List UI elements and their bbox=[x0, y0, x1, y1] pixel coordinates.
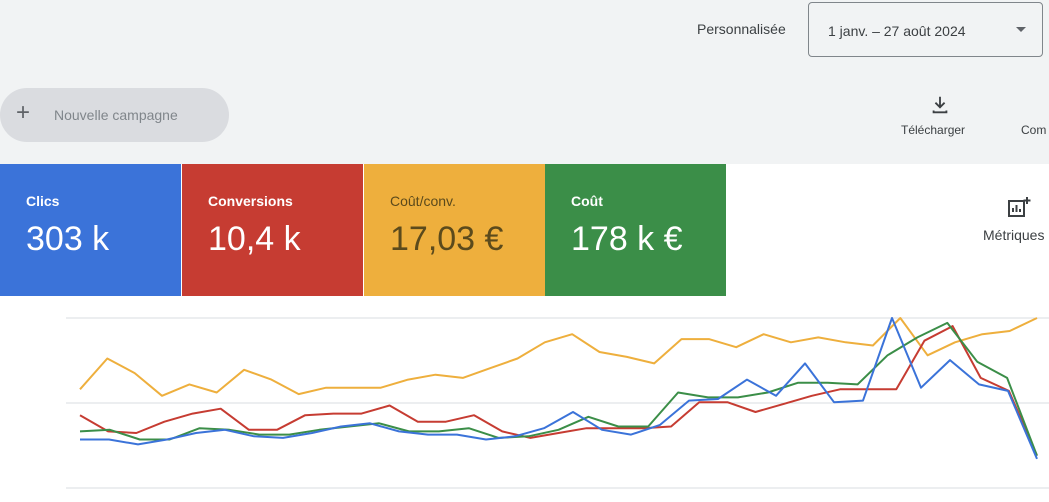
new-campaign-label: Nouvelle campagne bbox=[54, 107, 178, 123]
caret-down-icon bbox=[1016, 27, 1026, 32]
plus-icon: + bbox=[16, 99, 31, 126]
metrics-button[interactable]: Métriques bbox=[980, 192, 1049, 252]
date-range-type-label: Personnalisée bbox=[697, 21, 786, 37]
new-campaign-button[interactable]: + Nouvelle campagne bbox=[0, 88, 229, 142]
date-range-value: 1 janv. – 27 août 2024 bbox=[828, 23, 966, 39]
download-icon bbox=[932, 96, 948, 114]
top-bar: Personnalisée 1 janv. – 27 août 2024 bbox=[0, 0, 1049, 80]
scorecard-clicks[interactable]: Clics 303 k bbox=[0, 164, 181, 296]
columns-label: Com bbox=[1021, 123, 1047, 137]
scorecard-value: 303 k bbox=[26, 220, 110, 258]
scorecard-cost-per-conversion[interactable]: Coût/conv. 17,03 € bbox=[364, 164, 545, 296]
scorecard-title: Coût bbox=[571, 193, 603, 209]
performance-chart bbox=[66, 317, 1049, 489]
add-chart-icon bbox=[1008, 197, 1031, 217]
date-range-select[interactable]: 1 janv. – 27 août 2024 bbox=[808, 2, 1043, 57]
download-button[interactable]: Télécharger bbox=[895, 92, 985, 142]
scorecard-conversions[interactable]: Conversions 10,4 k bbox=[182, 164, 363, 296]
scorecard-title: Clics bbox=[26, 193, 60, 209]
download-label: Télécharger bbox=[901, 123, 966, 137]
scorecard-title: Conversions bbox=[208, 193, 293, 209]
scorecard-cost[interactable]: Coût 178 k € bbox=[545, 164, 726, 296]
scorecard-value: 10,4 k bbox=[208, 220, 301, 258]
metrics-label: Métriques bbox=[983, 227, 1045, 243]
series-line-1 bbox=[79, 325, 1038, 457]
performance-panel: Clics 303 k Conversions 10,4 k Coût/conv… bbox=[0, 164, 1049, 502]
scorecard-value: 178 k € bbox=[571, 220, 683, 258]
scorecard-value: 17,03 € bbox=[390, 220, 504, 258]
scorecard-title: Coût/conv. bbox=[390, 193, 456, 209]
series-line-0 bbox=[79, 317, 1038, 397]
